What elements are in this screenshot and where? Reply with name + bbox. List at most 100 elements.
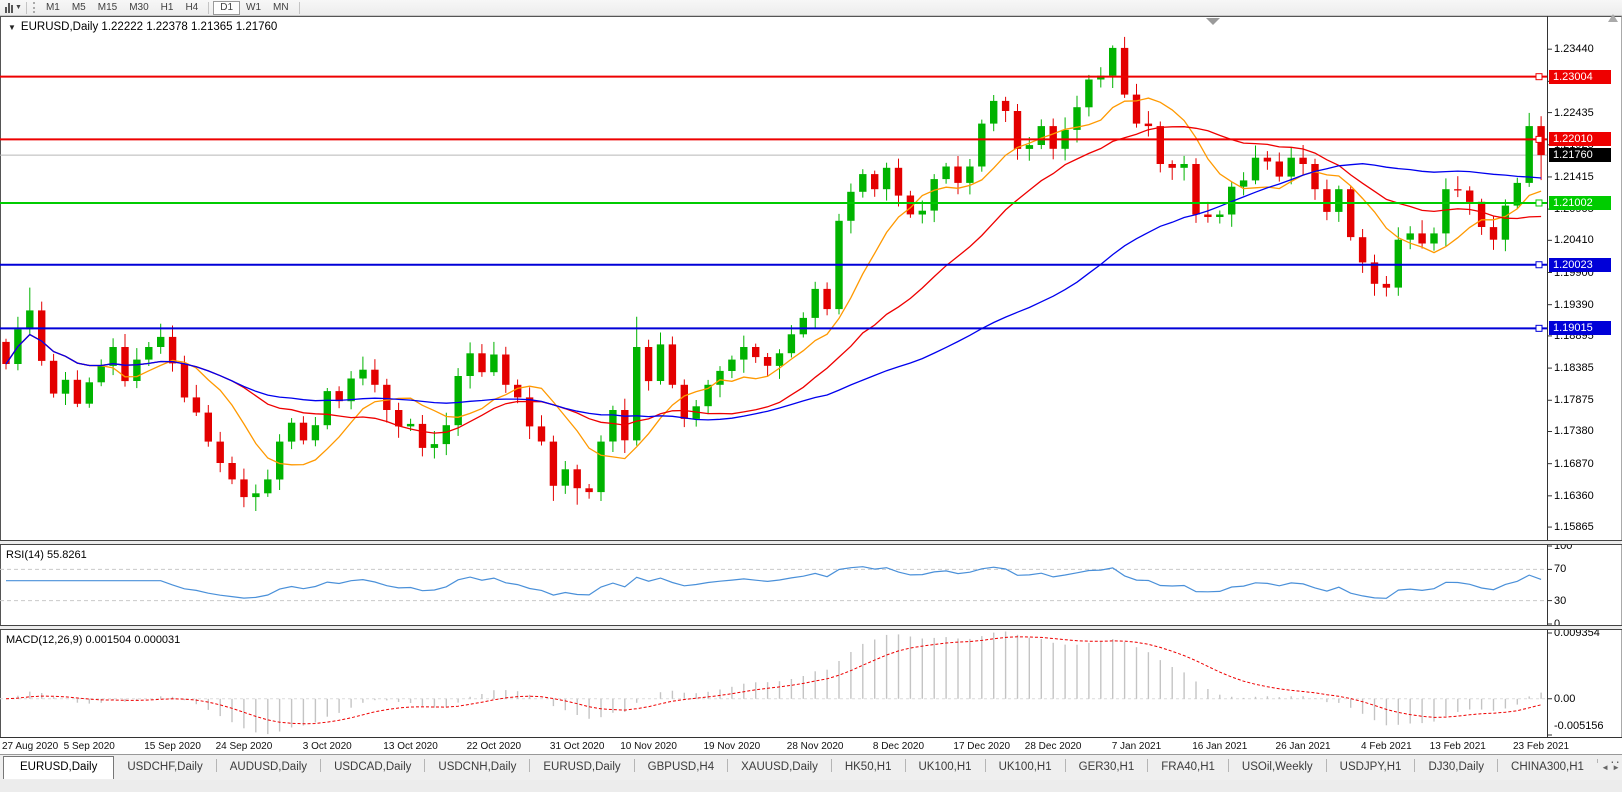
- candle-body: [1490, 227, 1497, 240]
- rsi-splitter[interactable]: [0, 540, 1622, 545]
- candle-body: [133, 360, 140, 381]
- line-handle: [1536, 325, 1542, 331]
- chart-tab-uk100-h1[interactable]: UK100,H1: [986, 757, 1065, 778]
- price-axis-tick: 1.21415: [1554, 171, 1594, 183]
- candle-body: [1335, 189, 1342, 212]
- candle-body: [1002, 101, 1009, 111]
- candle-body: [585, 488, 592, 492]
- candle-body: [443, 425, 450, 444]
- candle-body: [50, 361, 57, 394]
- candle-body: [121, 347, 128, 381]
- chart-tab-usoil-weekly[interactable]: USOil,Weekly: [1229, 757, 1326, 778]
- candle-body: [859, 174, 866, 192]
- candle-body: [193, 397, 200, 412]
- candle-body: [62, 380, 69, 394]
- candle-body: [883, 168, 890, 189]
- price-axis-tick: 1.23440: [1554, 43, 1594, 55]
- chart-tab-usdcnh-daily[interactable]: USDCNH,Daily: [425, 757, 529, 778]
- candle-body: [276, 442, 283, 480]
- candle-body: [1502, 206, 1509, 240]
- candle-body: [502, 355, 509, 385]
- candle-body: [823, 289, 830, 309]
- candle-body: [1383, 284, 1390, 288]
- candle-body: [1323, 189, 1330, 212]
- candle-body: [1454, 189, 1461, 190]
- candle-body: [1121, 48, 1128, 95]
- date-axis-label: 31 Oct 2020: [550, 741, 604, 752]
- candle-body: [574, 469, 581, 488]
- chart-tab-eurusd-daily[interactable]: EURUSD,Daily: [3, 756, 114, 779]
- candle-body: [931, 179, 938, 211]
- candle-body: [1085, 80, 1092, 108]
- statusbar-strip: [0, 780, 1622, 792]
- chart-tab-hk50-h1[interactable]: HK50,H1: [832, 757, 905, 778]
- candle-body: [954, 167, 961, 183]
- chart-tab-usdchf-daily[interactable]: USDCHF,Daily: [114, 757, 215, 778]
- candle-body: [300, 423, 307, 441]
- chart-tab-uk100-h1[interactable]: UK100,H1: [906, 757, 985, 778]
- candle-body: [1050, 126, 1057, 149]
- candle-body: [550, 442, 557, 486]
- price-axis-tick: 1.22435: [1554, 107, 1594, 119]
- candle-body: [181, 363, 188, 397]
- axis-up-marker: [1608, 14, 1618, 22]
- candle-body: [681, 385, 688, 419]
- price-chart-canvas[interactable]: [0, 0, 1622, 792]
- chart-tab-usdcad-daily[interactable]: USDCAD,Daily: [321, 757, 424, 778]
- candle-body: [240, 479, 247, 497]
- chart-tab-usdjpy-h1[interactable]: USDJPY,H1: [1327, 757, 1415, 778]
- date-axis-label: 13 Oct 2020: [383, 741, 437, 752]
- chart-tab-gbpusd-h4[interactable]: GBPUSD,H4: [635, 757, 727, 778]
- candle-body: [1038, 126, 1045, 145]
- chart-tab-dj30-daily[interactable]: DJ30,Daily: [1415, 757, 1497, 778]
- macd-splitter[interactable]: [0, 625, 1622, 630]
- chart-tab-audusd-daily[interactable]: AUDUSD,Daily: [217, 757, 320, 778]
- candle-body: [657, 344, 664, 381]
- tab-scroll-left-icon[interactable]: ◄: [1601, 763, 1609, 772]
- chart-tab-eurusd-daily[interactable]: EURUSD,Daily: [530, 757, 633, 778]
- candle-body: [966, 167, 973, 183]
- price-axis-tick: 1.18385: [1554, 362, 1594, 374]
- line-handle: [1536, 262, 1542, 268]
- price-axis-tick: 1.20410: [1554, 234, 1594, 246]
- price-axis-tick: 1.17380: [1554, 425, 1594, 437]
- rsi-indicator-label: RSI(14) 55.8261: [6, 549, 87, 561]
- date-axis-label: 26 Jan 2021: [1276, 741, 1331, 752]
- price-label-box: 1.21002: [1549, 196, 1611, 210]
- date-axis-label: 7 Jan 2021: [1112, 741, 1162, 752]
- candle-body: [1299, 158, 1306, 164]
- candle-body: [1264, 158, 1271, 162]
- chart-tab-china300-h1[interactable]: CHINA300,H1: [1498, 757, 1597, 778]
- candle-body: [776, 353, 783, 366]
- candle-body: [1442, 189, 1449, 233]
- candle-body: [1347, 189, 1354, 237]
- price-axis-tick: 1.19390: [1554, 299, 1594, 311]
- candle-body: [205, 413, 212, 442]
- candle-body: [538, 426, 545, 441]
- candle-body: [1145, 124, 1152, 127]
- date-axis-label: 28 Nov 2020: [787, 741, 844, 752]
- candle-body: [1133, 95, 1140, 124]
- candle-body: [919, 211, 926, 215]
- date-axis[interactable]: 27 Aug 20205 Sep 202015 Sep 202024 Sep 2…: [0, 737, 1622, 754]
- chart-tab-fra40-h1[interactable]: FRA40,H1: [1148, 757, 1228, 778]
- candle-body: [26, 310, 33, 329]
- candle-body: [1109, 48, 1116, 76]
- candle-body: [1526, 126, 1533, 183]
- price-label-box: 1.20023: [1549, 258, 1611, 272]
- date-axis-label: 22 Oct 2020: [467, 741, 521, 752]
- chart-tab-ger30-h1[interactable]: GER30,H1: [1066, 757, 1148, 778]
- chart-title-collapse-icon[interactable]: ▼: [8, 23, 16, 32]
- candle-body: [895, 168, 902, 196]
- candle-body: [1192, 164, 1199, 215]
- candle-body: [978, 124, 985, 167]
- tab-scroll-right-icon[interactable]: ►: [1612, 763, 1620, 772]
- chart-tab-xauusd-daily[interactable]: XAUUSD,Daily: [728, 757, 831, 778]
- macd-indicator-label: MACD(12,26,9) 0.001504 0.000031: [6, 634, 180, 646]
- macd-axis-tick: -0.005156: [1554, 720, 1604, 732]
- candle-body: [728, 360, 735, 371]
- candle-body: [597, 442, 604, 493]
- price-label-box: 1.22010: [1549, 132, 1611, 146]
- candle-body: [419, 424, 426, 448]
- price-label-box: 1.21760: [1549, 148, 1611, 162]
